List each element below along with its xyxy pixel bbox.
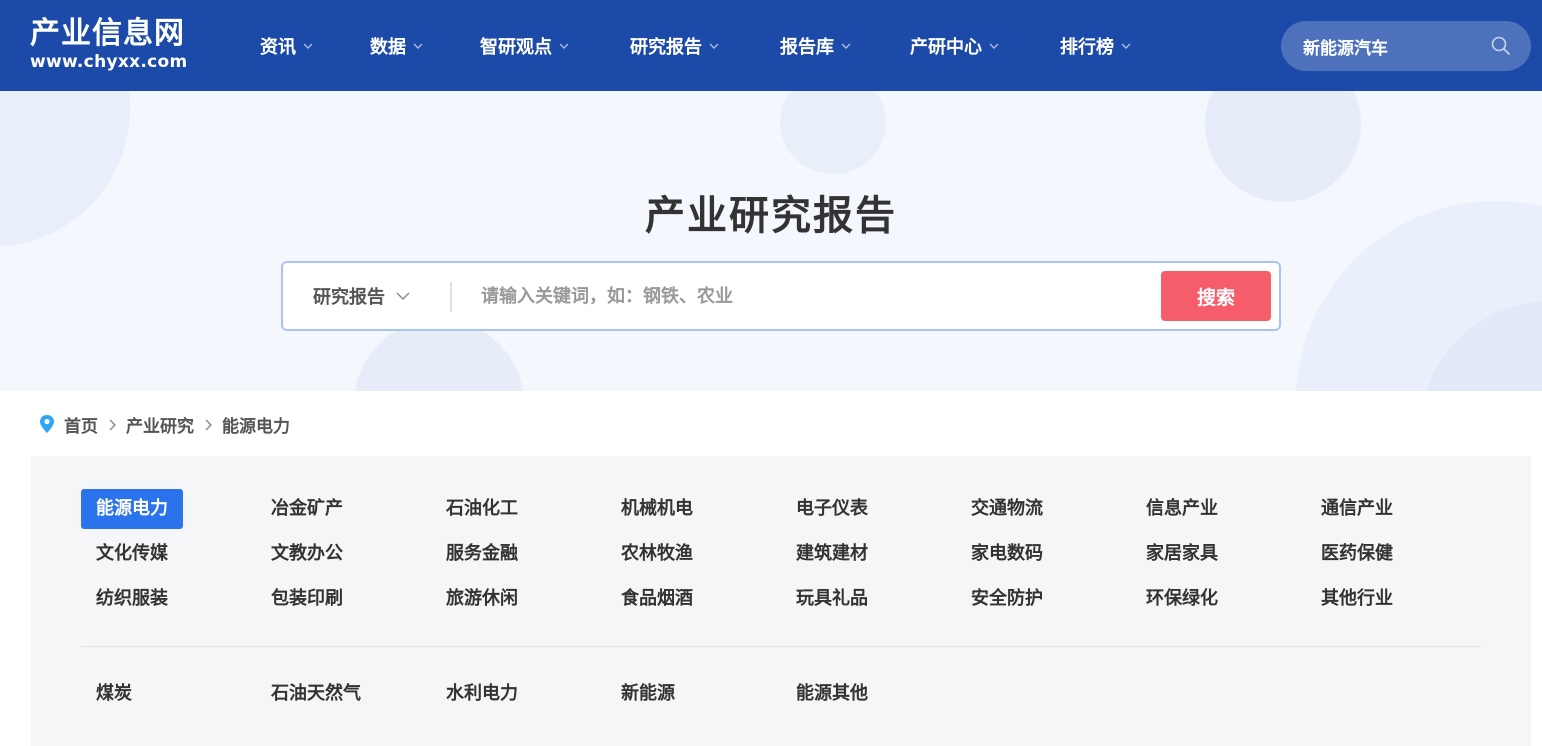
category-tourism-leisure[interactable]: 旅游休闲 bbox=[431, 579, 533, 619]
search-scope-dropdown[interactable]: 研究报告 bbox=[313, 263, 411, 329]
breadcrumb: 首页 产业研究 能源电力 bbox=[38, 408, 290, 440]
chevron-down-icon bbox=[412, 40, 424, 52]
breadcrumb-home[interactable]: 首页 bbox=[64, 412, 98, 437]
report-search-box: 研究报告 搜索 bbox=[281, 261, 1281, 331]
breadcrumb-industry-research[interactable]: 产业研究 bbox=[126, 412, 194, 437]
chevron-down-icon bbox=[302, 40, 314, 52]
category-appliances-digital[interactable]: 家电数码 bbox=[956, 534, 1058, 574]
nav-item-news[interactable]: 资讯 bbox=[260, 32, 314, 60]
subcategory-hydro-power[interactable]: 水利电力 bbox=[431, 674, 533, 714]
nav-item-label: 资讯 bbox=[260, 37, 296, 58]
category-culture-media[interactable]: 文化传媒 bbox=[81, 534, 183, 574]
header-search bbox=[1281, 21, 1531, 71]
category-packaging-printing[interactable]: 包装印刷 bbox=[256, 579, 358, 619]
subcategory-oil-gas[interactable]: 石油天然气 bbox=[256, 674, 376, 714]
decorative-circle bbox=[780, 91, 886, 174]
chevron-down-icon bbox=[395, 288, 411, 304]
header-search-input[interactable] bbox=[1303, 21, 1483, 71]
chevron-down-icon bbox=[840, 40, 852, 52]
category-construction[interactable]: 建筑建材 bbox=[781, 534, 883, 574]
search-button[interactable]: 搜索 bbox=[1161, 271, 1271, 321]
nav-item-rankings[interactable]: 排行榜 bbox=[1060, 32, 1132, 60]
chevron-right-icon bbox=[107, 417, 117, 431]
category-healthcare[interactable]: 医药保健 bbox=[1306, 534, 1408, 574]
keyword-search-input[interactable] bbox=[481, 263, 1141, 329]
nav-item-data[interactable]: 数据 bbox=[370, 32, 424, 60]
category-metallurgy-mining[interactable]: 冶金矿产 bbox=[256, 489, 358, 529]
nav-item-label: 排行榜 bbox=[1060, 37, 1114, 58]
category-electronics[interactable]: 电子仪表 bbox=[781, 489, 883, 529]
nav-item-label: 产研中心 bbox=[910, 37, 982, 58]
page-title: 产业研究报告 bbox=[645, 193, 897, 239]
category-environmental[interactable]: 环保绿化 bbox=[1131, 579, 1233, 619]
category-divider bbox=[81, 646, 1481, 647]
hero-banner: 产业研究报告 研究报告 搜索 bbox=[0, 91, 1542, 391]
category-energy-power[interactable]: 能源电力 bbox=[81, 489, 183, 529]
subcategory-new-energy[interactable]: 新能源 bbox=[606, 674, 690, 714]
chevron-down-icon bbox=[558, 40, 570, 52]
category-machinery[interactable]: 机械机电 bbox=[606, 489, 708, 529]
nav-item-research-center[interactable]: 产研中心 bbox=[910, 32, 1000, 60]
nav-item-label: 研究报告 bbox=[630, 37, 702, 58]
search-divider bbox=[450, 282, 452, 312]
category-education-office[interactable]: 文教办公 bbox=[256, 534, 358, 574]
category-telecom[interactable]: 通信产业 bbox=[1306, 489, 1408, 529]
category-home-furniture[interactable]: 家居家具 bbox=[1131, 534, 1233, 574]
location-pin-icon bbox=[38, 414, 56, 434]
chevron-down-icon bbox=[1120, 40, 1132, 52]
category-other-industries[interactable]: 其他行业 bbox=[1306, 579, 1408, 619]
nav-item-viewpoints[interactable]: 智研观点 bbox=[480, 32, 570, 60]
subcategory-energy-other[interactable]: 能源其他 bbox=[781, 674, 883, 714]
category-agriculture[interactable]: 农林牧渔 bbox=[606, 534, 708, 574]
breadcrumb-current: 能源电力 bbox=[222, 416, 290, 437]
search-icon[interactable] bbox=[1490, 35, 1512, 57]
search-scope-label: 研究报告 bbox=[313, 287, 385, 308]
category-information[interactable]: 信息产业 bbox=[1131, 489, 1233, 529]
category-textile-apparel[interactable]: 纺织服装 bbox=[81, 579, 183, 619]
category-petrochemical[interactable]: 石油化工 bbox=[431, 489, 533, 529]
chevron-down-icon bbox=[708, 40, 720, 52]
category-food-tobacco-liquor[interactable]: 食品烟酒 bbox=[606, 579, 708, 619]
site-logo[interactable]: 产业信息网 www.chyxx.com bbox=[30, 16, 205, 76]
top-navigation-bar: 产业信息网 www.chyxx.com 资讯 数据 智研观点 研究报告 报告库 … bbox=[0, 0, 1542, 91]
category-toys-gifts[interactable]: 玩具礼品 bbox=[781, 579, 883, 619]
nav-item-label: 报告库 bbox=[780, 37, 834, 58]
logo-domain: www.chyxx.com bbox=[30, 52, 188, 72]
category-services-finance[interactable]: 服务金融 bbox=[431, 534, 533, 574]
logo-text: 产业信息网 bbox=[30, 16, 185, 51]
category-safety[interactable]: 安全防护 bbox=[956, 579, 1058, 619]
subcategory-coal[interactable]: 煤炭 bbox=[81, 674, 147, 714]
chevron-down-icon bbox=[988, 40, 1000, 52]
chevron-right-icon bbox=[203, 417, 213, 431]
category-panel: 能源电力 冶金矿产 石油化工 机械机电 电子仪表 交通物流 信息产业 通信产业 … bbox=[31, 456, 1531, 746]
nav-item-label: 数据 bbox=[370, 37, 406, 58]
nav-item-research-reports[interactable]: 研究报告 bbox=[630, 32, 720, 60]
nav-item-report-library[interactable]: 报告库 bbox=[780, 32, 852, 60]
nav-item-label: 智研观点 bbox=[480, 37, 552, 58]
category-transport-logistics[interactable]: 交通物流 bbox=[956, 489, 1058, 529]
